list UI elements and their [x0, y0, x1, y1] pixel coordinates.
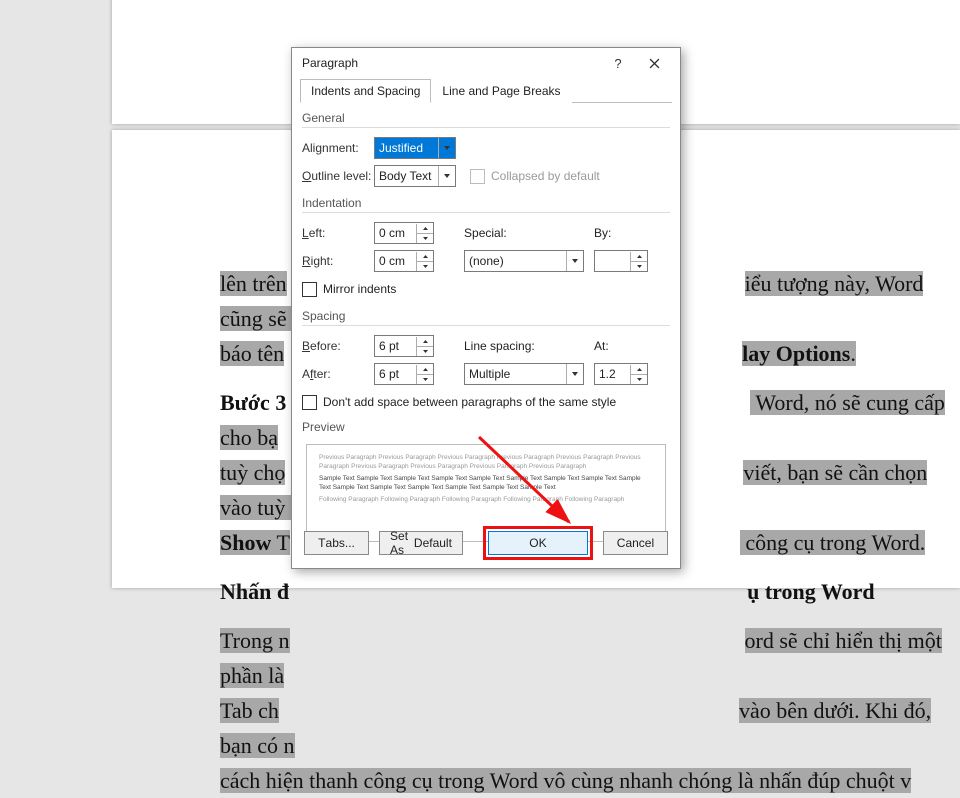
dialog-title: Paragraph — [302, 56, 600, 70]
outline-level-select[interactable]: Body Text — [374, 165, 456, 187]
group-indentation: Indentation Left: 0 cm Special: By: Righ… — [302, 196, 670, 301]
by-label: By: — [594, 226, 611, 240]
outline-label: Outline level: — [302, 169, 374, 183]
special-label: Special: — [464, 226, 554, 240]
line-spacing-label: Line spacing: — [464, 339, 554, 353]
after-label: After: — [302, 367, 374, 381]
at-spinner[interactable]: 1.2 — [594, 363, 648, 385]
group-preview: Preview — [302, 420, 670, 436]
after-spinner[interactable]: 6 pt — [374, 363, 434, 385]
special-select[interactable]: (none) — [464, 250, 584, 272]
set-default-button[interactable]: Set As Default — [379, 531, 463, 555]
at-label: At: — [594, 339, 609, 353]
indent-left-label: Left: — [302, 226, 374, 240]
paragraph-dialog: Paragraph ? Indents and Spacing Line and… — [291, 47, 681, 569]
alignment-select[interactable]: Justified — [374, 137, 456, 159]
close-button[interactable] — [636, 50, 672, 76]
chevron-down-icon — [438, 166, 455, 186]
mirror-indents-label: Mirror indents — [323, 282, 396, 296]
tab-indents-spacing[interactable]: Indents and Spacing — [300, 79, 431, 103]
group-general-label: General — [302, 111, 670, 128]
before-label: Before: — [302, 339, 374, 353]
dialog-tabs: Indents and Spacing Line and Page Breaks — [300, 78, 672, 103]
indent-right-label: Right: — [302, 254, 374, 268]
dialog-titlebar: Paragraph ? — [292, 48, 680, 78]
tab-line-page-breaks[interactable]: Line and Page Breaks — [431, 79, 571, 103]
help-button[interactable]: ? — [600, 50, 636, 76]
collapsed-label: Collapsed by default — [491, 169, 600, 183]
ok-highlight: OK — [483, 526, 593, 560]
group-spacing: Spacing Before: 6 pt Line spacing: At: A… — [302, 309, 670, 414]
dialog-button-row: Tabs... Set As Default OK Cancel — [292, 526, 680, 560]
cancel-button[interactable]: Cancel — [603, 531, 668, 555]
tabs-button[interactable]: Tabs... — [304, 531, 369, 555]
group-preview-label: Preview — [302, 420, 670, 436]
group-indentation-label: Indentation — [302, 196, 670, 213]
before-spinner[interactable]: 6 pt — [374, 335, 434, 357]
close-icon — [649, 58, 660, 69]
dont-add-space-label: Don't add space between paragraphs of th… — [323, 395, 616, 409]
by-spinner[interactable] — [594, 250, 648, 272]
ok-button[interactable]: OK — [488, 531, 588, 555]
indent-left-spinner[interactable]: 0 cm — [374, 222, 434, 244]
alignment-label: Alignment: — [302, 141, 374, 155]
dont-add-space-checkbox[interactable] — [302, 395, 317, 410]
line-spacing-select[interactable]: Multiple — [464, 363, 584, 385]
chevron-down-icon — [438, 138, 455, 158]
group-general: General Alignment: Justified Outline lev… — [302, 111, 670, 188]
indent-right-spinner[interactable]: 0 cm — [374, 250, 434, 272]
chevron-down-icon — [566, 364, 583, 384]
mirror-indents-checkbox[interactable] — [302, 282, 317, 297]
collapsed-checkbox — [470, 169, 485, 184]
chevron-down-icon — [566, 251, 583, 271]
group-spacing-label: Spacing — [302, 309, 670, 326]
